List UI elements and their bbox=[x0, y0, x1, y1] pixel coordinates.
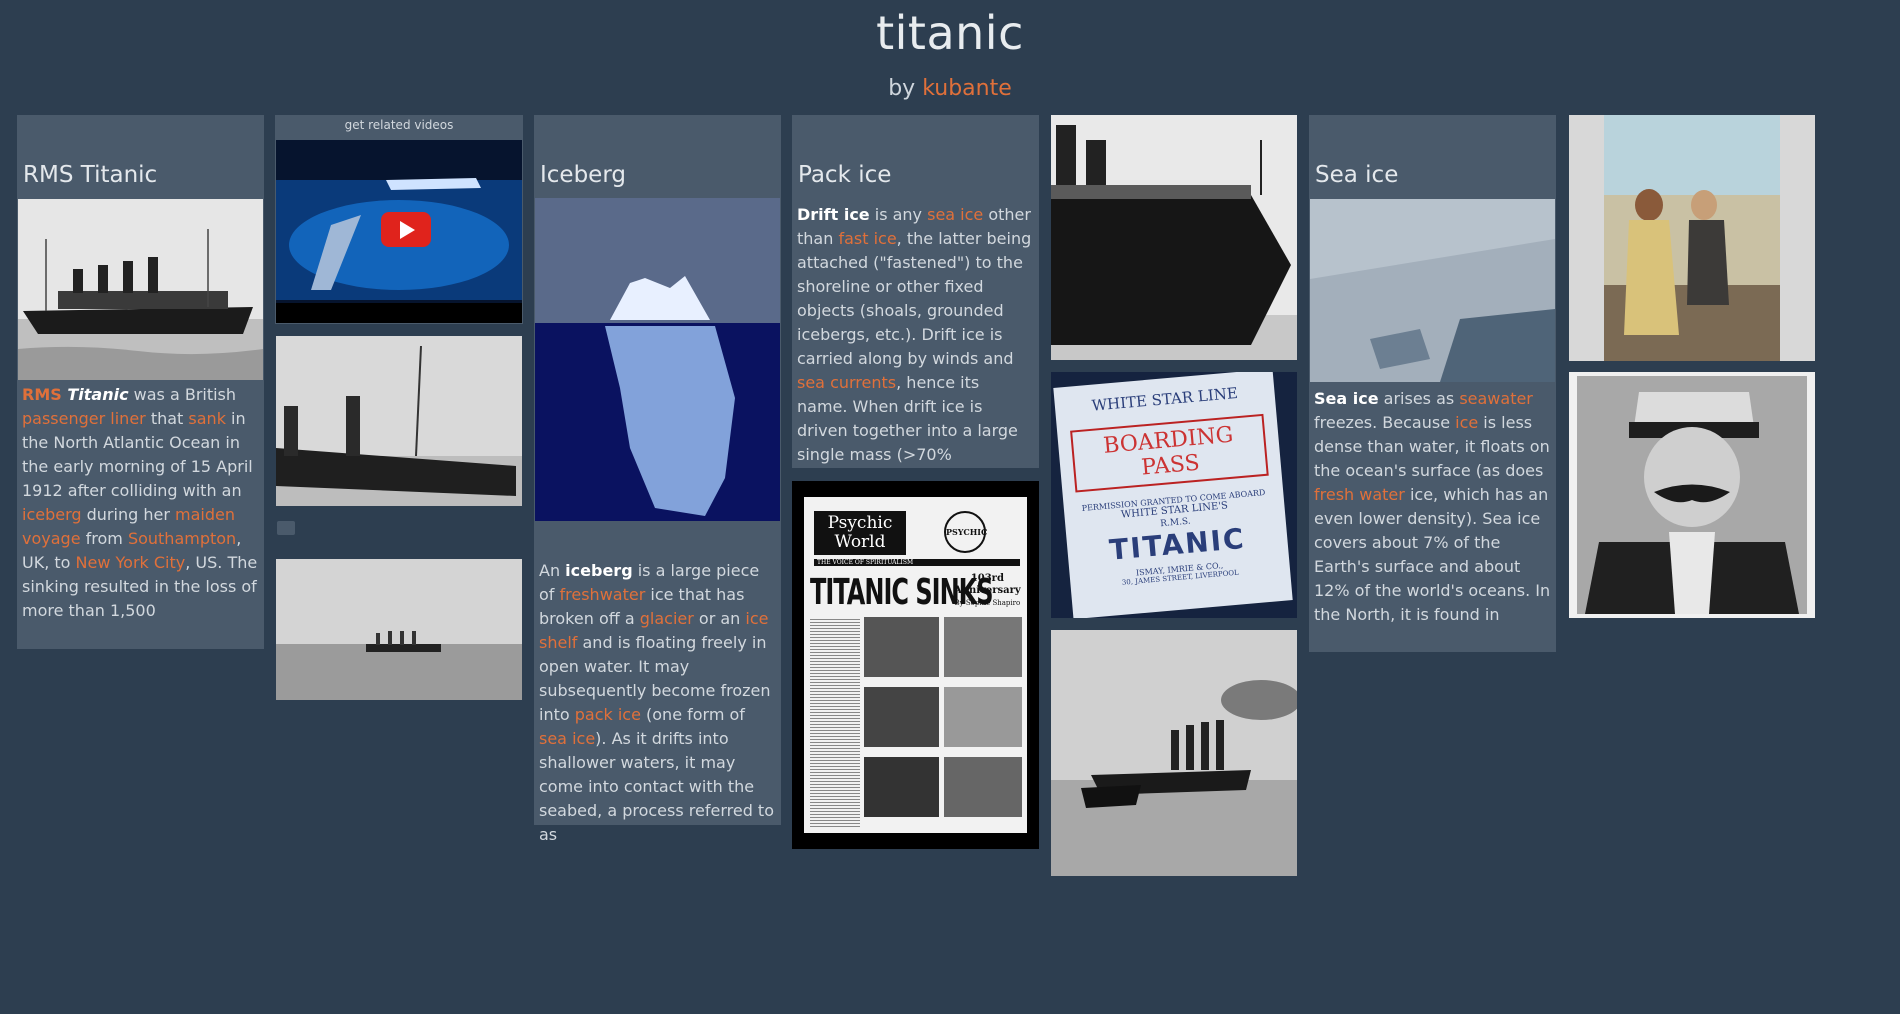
text: that bbox=[145, 409, 189, 428]
card-text: Drift ice is any sea ice other than fast… bbox=[797, 203, 1034, 467]
card-text: RMS Titanic was a British passenger line… bbox=[22, 383, 259, 623]
card-heading: RMS Titanic bbox=[23, 162, 158, 188]
newspaper-image[interactable]: Psychic World PSYCHIC THE VOICE OF SPIRI… bbox=[792, 481, 1039, 849]
related-videos-label[interactable]: get related videos bbox=[275, 118, 523, 132]
link-passenger-liner[interactable]: passenger liner bbox=[22, 409, 146, 428]
masthead-line: World bbox=[834, 532, 886, 552]
bold-term: Drift ice bbox=[797, 205, 870, 224]
ship-with-tug-photo[interactable] bbox=[1051, 630, 1297, 876]
text: ice, which has an even lower density). S… bbox=[1314, 485, 1551, 624]
captain-portrait[interactable] bbox=[1569, 372, 1815, 618]
card-rms-titanic: RMS Titanic RMS Titanic was a British pa… bbox=[17, 115, 264, 649]
portrait-grid bbox=[864, 617, 1022, 827]
by-label: by bbox=[888, 76, 916, 101]
link-new-york-city[interactable]: New York City bbox=[76, 553, 186, 572]
link-fast-ice[interactable]: fast ice bbox=[838, 229, 896, 248]
link-iceberg[interactable]: iceberg bbox=[22, 505, 82, 524]
link-seawater[interactable]: seawater bbox=[1459, 389, 1533, 408]
masthead: Psychic World bbox=[814, 511, 906, 555]
movie-still-photo[interactable] bbox=[1569, 115, 1815, 361]
subhead-line: 103rd bbox=[970, 573, 1004, 584]
bold-term: iceberg bbox=[565, 561, 633, 580]
author-link[interactable]: kubante bbox=[922, 76, 1012, 101]
text: from bbox=[80, 529, 128, 548]
titanic-italic: Titanic bbox=[67, 385, 129, 404]
link-ice[interactable]: ice bbox=[1455, 413, 1478, 432]
card-heading: Iceberg bbox=[540, 162, 626, 188]
subhead: 103rd Anniversary By Sophie Shapiro bbox=[954, 573, 1021, 609]
rms-link[interactable]: RMS bbox=[22, 385, 67, 404]
link-freshwater[interactable]: freshwater bbox=[560, 585, 646, 604]
link-sank[interactable]: sank bbox=[188, 409, 226, 428]
ship-bow-photo[interactable] bbox=[1051, 115, 1297, 360]
subhead-byline: By Sophie Shapiro bbox=[954, 599, 1021, 607]
iceberg-illustration[interactable] bbox=[535, 198, 780, 521]
text: during her bbox=[81, 505, 175, 524]
text: , the latter being attached ("fastened")… bbox=[797, 229, 1032, 368]
play-icon[interactable] bbox=[381, 212, 431, 247]
link-sea-ice[interactable]: sea ice bbox=[539, 729, 595, 748]
sea-ice-photo[interactable] bbox=[1310, 199, 1555, 382]
subhead-line: Anniversary bbox=[954, 585, 1021, 596]
text: freezes. Because bbox=[1314, 413, 1456, 432]
chat-icon[interactable] bbox=[277, 521, 295, 535]
boarding-pass-image[interactable]: WHITE STAR LINE BOARDING PASS PERMISSION… bbox=[1051, 372, 1297, 618]
card-text: Sea ice arises as seawater freezes. Beca… bbox=[1314, 387, 1551, 627]
pass-title: BOARDING PASS bbox=[1070, 413, 1269, 493]
tagline: THE VOICE OF SPIRITUALISM bbox=[814, 559, 1020, 566]
sinking-ship-photo[interactable] bbox=[276, 336, 522, 506]
card-text: An iceberg is a large piece of freshwate… bbox=[539, 559, 776, 847]
text: is any bbox=[869, 205, 928, 224]
card-iceberg: Iceberg An iceberg is a large piece of f… bbox=[534, 115, 781, 844]
card-sea-ice: Sea ice Sea ice arises as seawater freez… bbox=[1309, 115, 1556, 652]
card-pack-ice: Pack ice Drift ice is any sea ice other … bbox=[792, 115, 1039, 468]
psychic-logo-icon: PSYCHIC bbox=[944, 511, 987, 553]
pass-line: WHITE STAR LINE bbox=[1090, 384, 1239, 415]
text: was a British bbox=[128, 385, 237, 404]
link-pack-ice[interactable]: pack ice bbox=[575, 705, 641, 724]
bold-term: Sea ice bbox=[1314, 389, 1379, 408]
page-title: titanic bbox=[876, 6, 1024, 60]
card-heading: Sea ice bbox=[1315, 162, 1399, 188]
link-southampton[interactable]: Southampton bbox=[128, 529, 236, 548]
text: arises as bbox=[1378, 389, 1460, 408]
link-glacier[interactable]: glacier bbox=[640, 609, 694, 628]
video-card: get related videos bbox=[275, 115, 523, 324]
link-sea-ice[interactable]: sea ice bbox=[927, 205, 983, 224]
link-fresh-water[interactable]: fresh water bbox=[1314, 485, 1405, 504]
titanic-ship-photo[interactable] bbox=[18, 199, 263, 380]
text: An bbox=[539, 561, 566, 580]
byline: by kubante bbox=[0, 76, 1900, 101]
text: (one form of bbox=[640, 705, 745, 724]
distant-ship-photo[interactable] bbox=[276, 559, 522, 700]
article-columns bbox=[810, 617, 860, 827]
card-heading: Pack ice bbox=[798, 162, 892, 188]
text: or an bbox=[693, 609, 746, 628]
masthead-line: Psychic bbox=[827, 513, 893, 533]
link-sea-currents[interactable]: sea currents bbox=[797, 373, 896, 392]
